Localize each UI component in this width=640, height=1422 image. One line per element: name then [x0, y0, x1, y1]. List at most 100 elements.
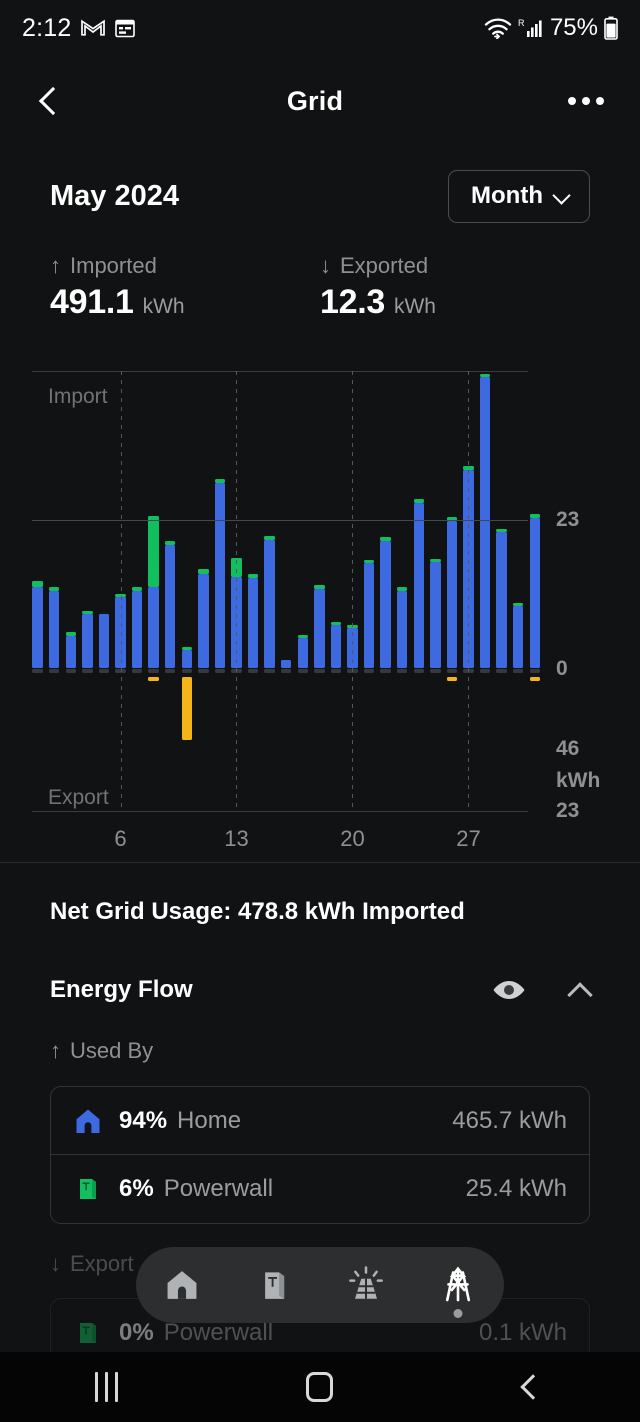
chart-bar-import[interactable] — [65, 635, 77, 668]
more-options-icon[interactable] — [568, 97, 604, 105]
powerwall-label: Powerwall — [163, 1175, 274, 1202]
back-icon[interactable] — [473, 1352, 593, 1422]
chart-baseline-tick — [65, 669, 77, 673]
chart-bar-charge[interactable] — [363, 560, 375, 564]
summary-stats: ↑ Imported 491.1 kWh ↓ Exported 12.3 kWh — [50, 253, 590, 322]
used-by-card: 94% Home 465.7 kWh 6% Powerwall 25.4 kWh — [50, 1086, 590, 1224]
svg-text:R: R — [518, 18, 525, 28]
list-item[interactable]: 94% Home 465.7 kWh — [51, 1087, 589, 1155]
chart-bar-export[interactable] — [446, 677, 458, 681]
chart-bar-import[interactable] — [264, 540, 275, 668]
chart-bar-import[interactable] — [496, 531, 507, 668]
chart-bar-charge[interactable] — [529, 514, 540, 519]
grid-energy-chart[interactable]: 46 kWh 23 0 23 Import Export 6 13 20 27 — [0, 360, 640, 860]
chart-bar-import[interactable] — [198, 573, 209, 668]
export-powerwall-label: Powerwall — [163, 1319, 274, 1346]
chart-bar-import[interactable] — [396, 590, 408, 668]
chart-bar-charge[interactable] — [131, 587, 143, 592]
chart-bar-charge[interactable] — [297, 635, 309, 639]
chart-bar-charge[interactable] — [65, 632, 77, 636]
chart-bar-charge[interactable] — [512, 603, 524, 607]
gmail-icon — [81, 19, 106, 37]
chart-bar-import[interactable] — [48, 591, 60, 668]
page-title: Grid — [286, 85, 344, 116]
y-axis-top-label: 46 — [556, 737, 580, 760]
chart-bar-import[interactable] — [446, 520, 458, 668]
chart-bar-charge[interactable] — [48, 587, 60, 592]
nav-item-home[interactable] — [150, 1254, 214, 1316]
chart-bar-import[interactable] — [380, 540, 391, 668]
nav-item-solar[interactable] — [334, 1254, 398, 1316]
chart-bar-charge[interactable] — [181, 646, 193, 650]
chart-bar-import[interactable] — [32, 586, 43, 668]
chart-bar-import[interactable] — [297, 638, 309, 668]
chart-baseline-tick — [280, 669, 292, 673]
eye-icon[interactable] — [492, 978, 526, 1002]
chart-baseline-tick — [181, 669, 193, 673]
home-icon[interactable] — [260, 1352, 380, 1422]
chart-bar-charge[interactable] — [380, 536, 391, 541]
chart-bar-import[interactable] — [479, 377, 491, 668]
chart-bar-charge[interactable] — [82, 611, 93, 615]
chart-bar-charge[interactable] — [164, 540, 176, 546]
chart-bar-import[interactable] — [131, 591, 143, 668]
exported-unit: kWh — [393, 295, 436, 318]
chart-bar-charge[interactable] — [430, 558, 441, 563]
chart-bar-charge[interactable] — [198, 569, 209, 574]
chart-baseline-tick — [496, 669, 507, 673]
exported-label: Exported — [340, 253, 429, 278]
chart-baseline-tick — [512, 669, 524, 673]
chart-bar-import[interactable] — [214, 483, 226, 668]
bottom-nav-pill — [136, 1247, 504, 1323]
chart-baseline-tick — [297, 669, 309, 673]
chart-bar-import[interactable] — [82, 614, 93, 668]
chart-bar-import[interactable] — [164, 545, 176, 668]
list-item[interactable]: 6% Powerwall 25.4 kWh — [51, 1155, 589, 1223]
chart-bar-import[interactable] — [413, 503, 424, 668]
chart-bar-charge[interactable] — [148, 515, 159, 587]
chart-bar-import[interactable] — [330, 625, 342, 668]
chart-bar-import[interactable] — [181, 649, 193, 668]
chart-bar-import[interactable] — [512, 606, 524, 668]
chart-bar-import[interactable] — [363, 563, 375, 668]
chart-bar-import[interactable] — [430, 562, 441, 668]
chart-bar-export[interactable] — [529, 677, 540, 681]
energy-flow-title: Energy Flow — [50, 976, 193, 1003]
chart-bar-charge[interactable] — [214, 479, 226, 484]
y-axis-mid-label: 23 — [556, 508, 580, 531]
imported-label: Imported — [70, 253, 157, 278]
import-region-label: Import — [48, 385, 108, 408]
chart-plot-area[interactable] — [32, 371, 540, 812]
chevron-up-icon[interactable] — [568, 979, 590, 1001]
range-selector-button[interactable]: Month — [448, 170, 590, 223]
imported-value-row: 491.1 kWh — [50, 283, 320, 322]
chart-baseline-tick — [214, 669, 226, 673]
y-axis-unit-label: kWh — [556, 769, 601, 792]
powerwall-icon — [73, 1318, 103, 1348]
chart-bar-charge[interactable] — [247, 574, 259, 579]
tesla-energy-grid-screen: 2:12 R 75% Grid May 2024 Month ↑ Importe… — [0, 0, 640, 1422]
chart-bar-import[interactable] — [148, 586, 159, 668]
chart-baseline-tick — [247, 669, 259, 673]
nav-item-powerwall[interactable] — [242, 1254, 306, 1316]
chart-bar-import[interactable] — [247, 578, 259, 668]
chart-bar-charge[interactable] — [32, 581, 43, 587]
chart-bar-charge[interactable] — [314, 585, 325, 590]
chart-bar-import[interactable] — [314, 589, 325, 668]
chart-bar-charge[interactable] — [396, 587, 408, 591]
nav-item-grid[interactable] — [426, 1254, 490, 1318]
chart-bar-export[interactable] — [181, 677, 193, 741]
export-powerwall-percent: 0% — [119, 1319, 154, 1346]
recents-icon[interactable] — [47, 1352, 167, 1422]
energy-flow-header: Energy Flow — [0, 976, 640, 1004]
chart-bar-export[interactable] — [148, 677, 159, 681]
chart-bar-import[interactable] — [280, 659, 292, 668]
chart-bar-charge[interactable] — [479, 373, 491, 378]
chart-bar-charge[interactable] — [264, 536, 275, 541]
chart-bar-import[interactable] — [529, 518, 540, 668]
chart-bar-charge[interactable] — [413, 499, 424, 504]
back-icon[interactable] — [36, 88, 62, 114]
chart-bar-import[interactable] — [98, 614, 110, 668]
chart-bar-charge[interactable] — [330, 622, 342, 626]
chart-bar-charge[interactable] — [496, 528, 507, 532]
